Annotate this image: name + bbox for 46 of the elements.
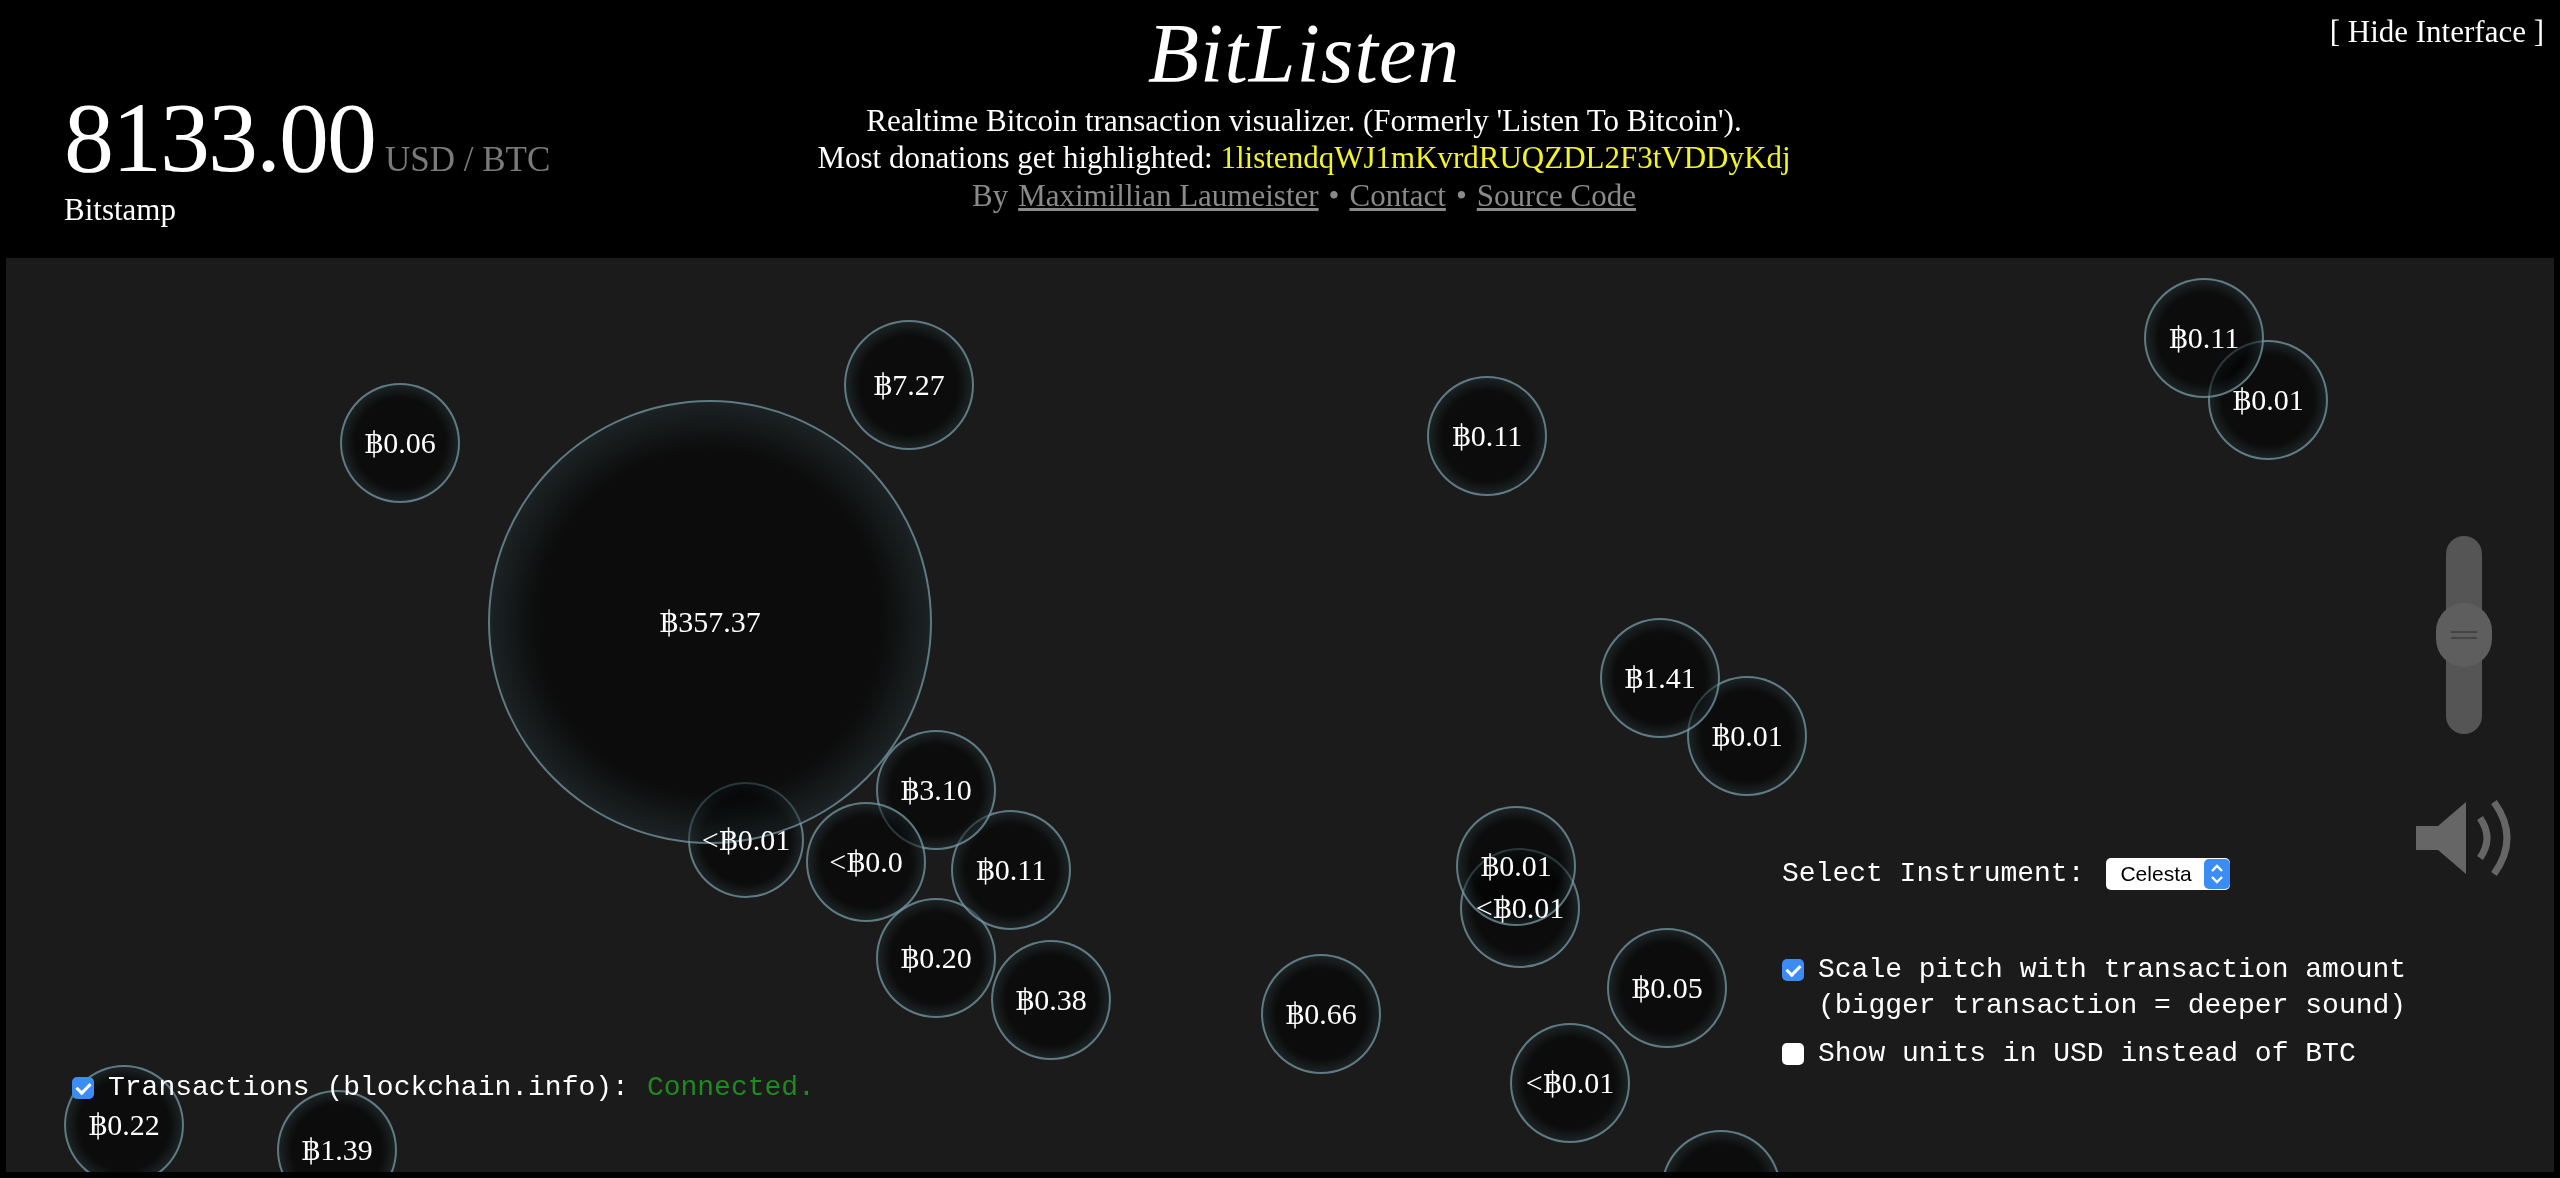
- volume-slider[interactable]: [2436, 536, 2492, 734]
- checkbox[interactable]: [72, 1077, 94, 1099]
- byline-text: By: [971, 177, 1009, 215]
- bubble-amount: <฿0.0: [829, 846, 903, 878]
- byline-link[interactable]: Maximillian Laumeister: [1018, 176, 1319, 216]
- checkbox[interactable]: [1782, 1043, 1804, 1065]
- bubble-amount: ฿0.01: [1711, 720, 1783, 752]
- bubble-amount: ฿0.22: [88, 1109, 160, 1141]
- exchange-name: Bitstamp: [64, 192, 176, 228]
- price-unit: USD / BTC: [385, 140, 551, 180]
- bubble-amount: ฿0.11: [1451, 420, 1523, 452]
- byline-text: •: [1328, 177, 1340, 215]
- app-title: BitListen: [1147, 6, 1461, 102]
- instrument-select[interactable]: Celesta: [2106, 858, 2230, 890]
- instrument-label: Select Instrument:: [1782, 857, 2085, 891]
- byline-link[interactable]: Source Code: [1476, 176, 1637, 216]
- select-arrows-icon[interactable]: [2203, 859, 2230, 889]
- bubble-amount: <฿0.01: [1525, 1067, 1615, 1099]
- bubble-amount: ฿0.01: [1480, 850, 1552, 882]
- option-label: Scale pitch with transaction amount (bigger transaction = deeper sound): [1818, 953, 2408, 1023]
- bubble-amount: ฿7.27: [873, 369, 945, 401]
- bubble-amount: ฿0.38: [1015, 984, 1087, 1016]
- bubble-amount: ฿1.39: [301, 1134, 373, 1166]
- transactions-label: Transactions (blockchain.info):: [108, 1071, 629, 1105]
- byline-text: •: [1455, 177, 1467, 215]
- bubble-amount: <฿0.01: [1475, 892, 1565, 924]
- bubble-amount: <฿0.01: [701, 824, 791, 856]
- bubble-amount: ฿0.20: [900, 942, 972, 974]
- bubble-amount: ฿0.11: [2168, 322, 2240, 354]
- donation-label: Most donations get highlighted:: [817, 140, 1213, 175]
- bubble-amount: ฿0.01: [2232, 384, 2304, 416]
- bubble-amount: ฿0.66: [1285, 998, 1357, 1030]
- bubble-amount: ฿0.05: [1631, 972, 1703, 1004]
- option-label: Show units in USD instead of BTC: [1818, 1037, 2356, 1071]
- byline-link[interactable]: Contact: [1349, 176, 1446, 216]
- bubble-amount: ฿0.11: [975, 854, 1047, 886]
- price: 8133.00: [64, 88, 375, 188]
- connection-status: Connected.: [646, 1071, 815, 1105]
- hide-interface-link[interactable]: [ Hide Interface ]: [2329, 14, 2544, 50]
- checkbox[interactable]: [1782, 959, 1804, 981]
- tagline: Realtime Bitcoin transaction visualizer. (Formerly 'Listen To Bitcoin').: [866, 102, 1742, 139]
- bubble-amount: ฿357.37: [659, 606, 761, 638]
- bubble-amount: ฿3.10: [900, 774, 972, 806]
- bubble-amount: ฿1.41: [1624, 662, 1696, 694]
- donation-address: 1listendqWJ1mKvrdRUQZDL2F3tVDDyKdj: [1220, 140, 1791, 175]
- bubble-amount: ฿0.06: [364, 427, 436, 459]
